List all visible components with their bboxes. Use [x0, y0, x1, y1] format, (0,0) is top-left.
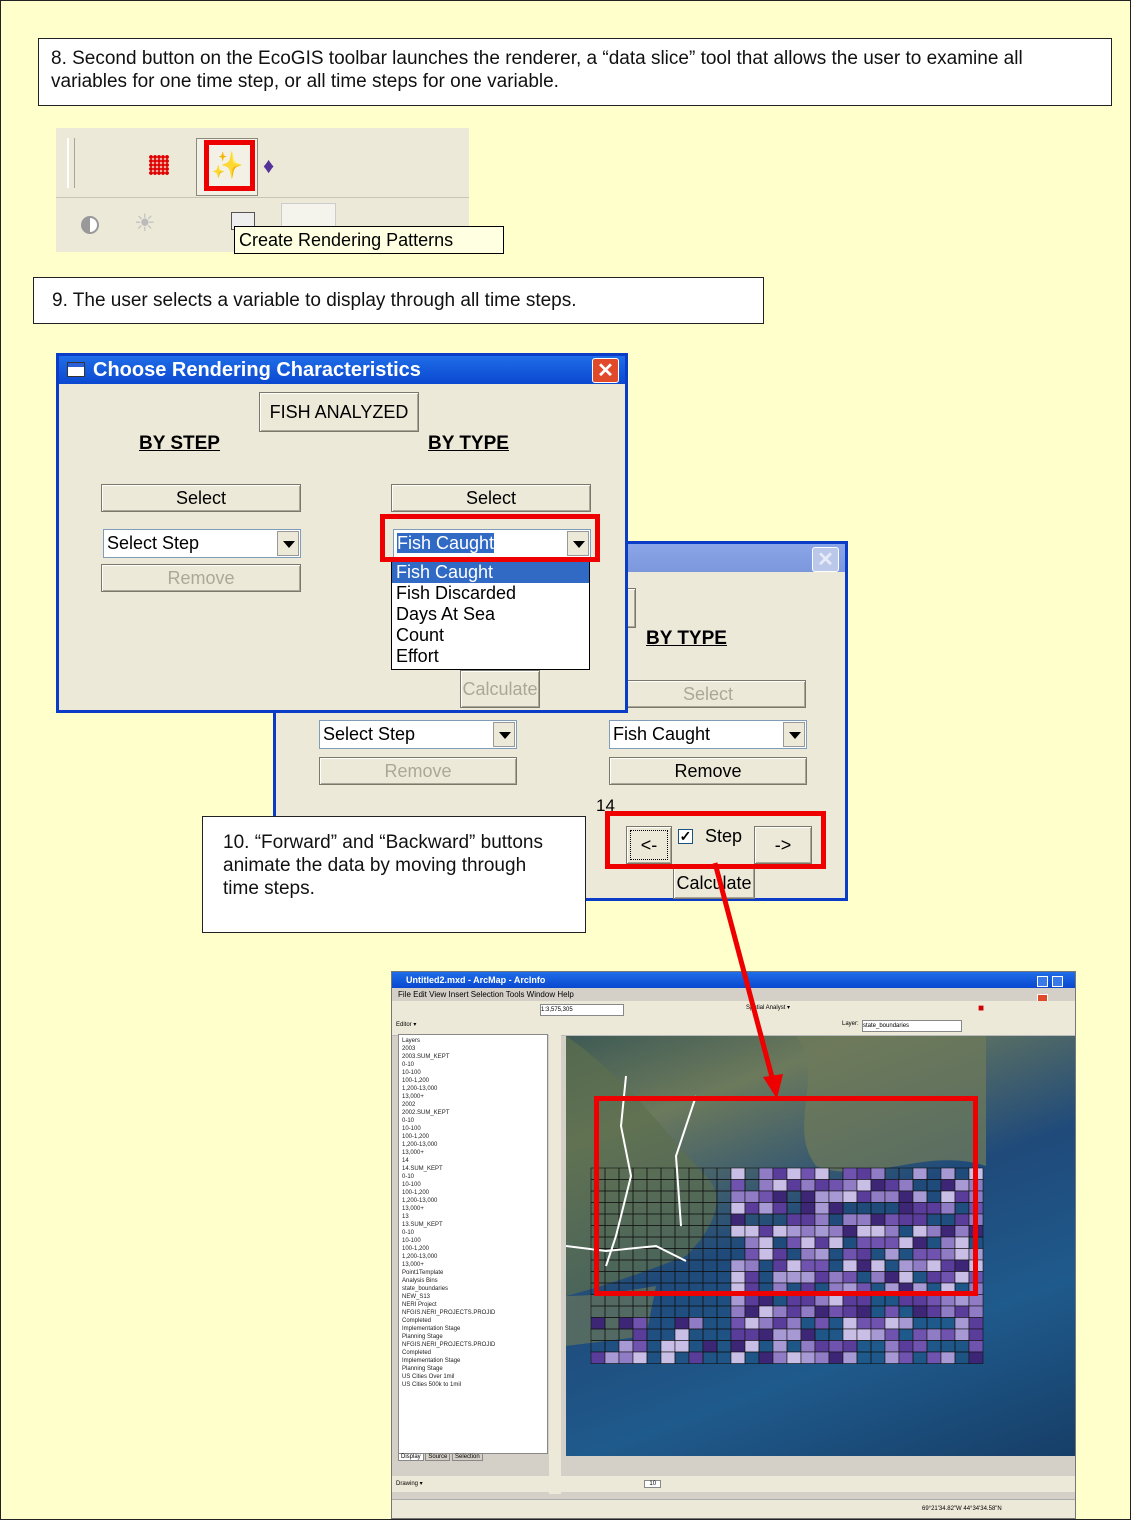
arrow-head	[763, 1074, 783, 1099]
arrow-line	[712, 862, 776, 1082]
page-background: 8. Second button on the EcoGIS toolbar l…	[0, 0, 1131, 1520]
connector-arrow	[712, 862, 783, 1099]
